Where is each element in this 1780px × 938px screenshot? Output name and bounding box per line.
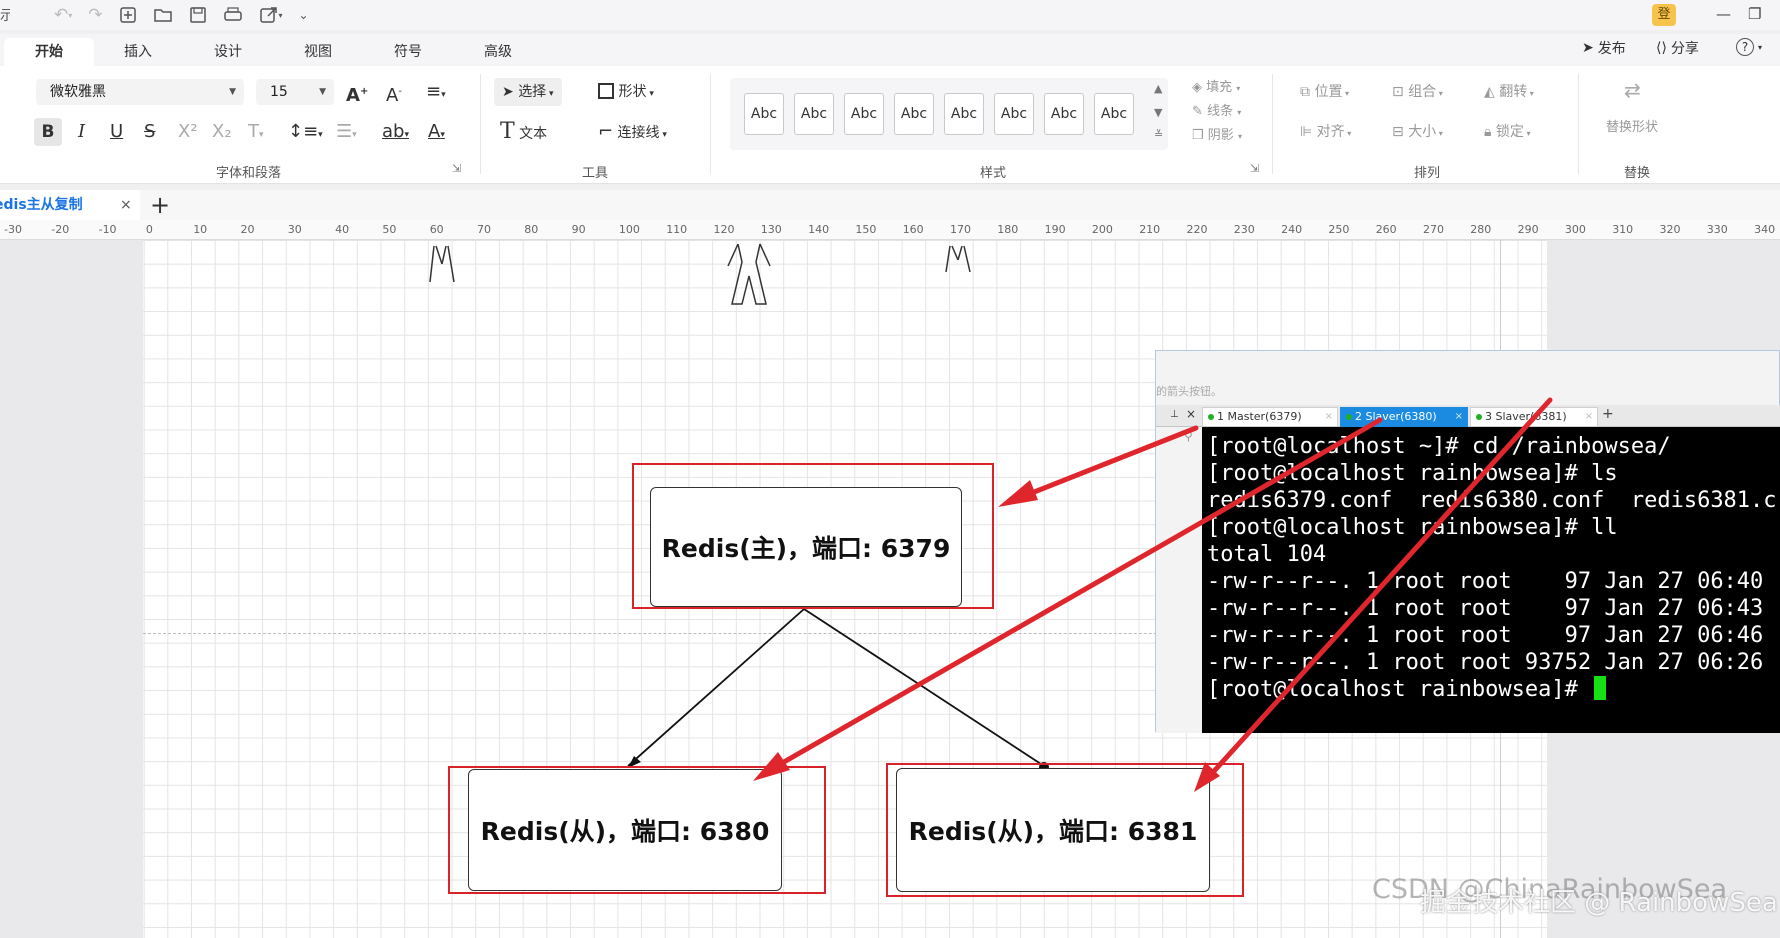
arrow-to-slave-6381 <box>1203 397 1553 783</box>
arrow-to-master <box>1011 425 1199 503</box>
arrow-head <box>998 480 1038 507</box>
watermark-juejin: 掘金技术社区 @ RainbowSea <box>1420 888 1778 918</box>
arrow-to-slave-6380 <box>767 417 1383 773</box>
annotation-arrows <box>753 397 1553 792</box>
arrow-head <box>753 752 790 781</box>
